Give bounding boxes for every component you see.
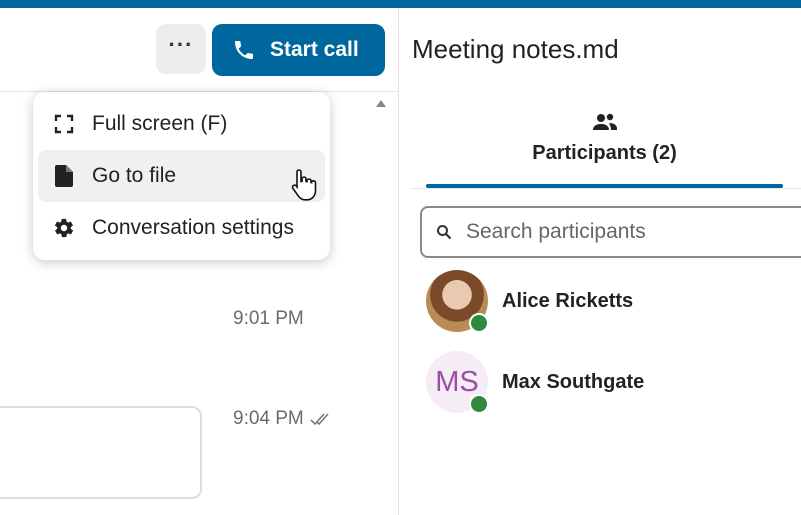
menu-item-label: Go to file <box>92 164 177 187</box>
message-timestamp: 9:04 PM <box>233 408 332 430</box>
message-bubble <box>0 406 202 499</box>
people-icon <box>592 113 617 130</box>
actions-menu: Full screen (F) Go to file Conversation … <box>33 92 330 260</box>
menu-item-label: Full screen (F) <box>92 112 228 135</box>
file-title: Meeting notes.md <box>412 34 619 64</box>
avatar-initials: MS <box>435 365 479 398</box>
online-status-icon <box>469 313 489 333</box>
gear-icon <box>52 216 76 240</box>
more-actions-button[interactable]: ··· <box>156 24 206 74</box>
start-call-button[interactable]: Start call <box>212 24 385 76</box>
top-accent-bar <box>0 0 801 8</box>
menu-item-conversation-settings[interactable]: Conversation settings <box>38 202 325 254</box>
message-timestamp: 9:01 PM <box>233 308 304 330</box>
online-status-icon <box>469 394 489 414</box>
tab-label: Participants (2) <box>532 142 677 164</box>
double-check-icon <box>310 413 329 426</box>
file-icon <box>52 164 76 188</box>
hand-cursor-icon <box>291 169 317 201</box>
timestamp-text: 9:01 PM <box>233 308 304 329</box>
menu-item-full-screen[interactable]: Full screen (F) <box>38 98 325 150</box>
participant-search[interactable] <box>420 206 801 258</box>
participant-name: Max Southgate <box>502 370 645 393</box>
menu-item-label: Conversation settings <box>92 216 294 239</box>
tab-participants[interactable]: Participants (2) <box>426 112 783 188</box>
timestamp-text: 9:04 PM <box>233 408 304 429</box>
chat-pane: ··· Start call 9:01 PM 9:04 PM <box>0 8 398 515</box>
phone-icon <box>235 41 253 59</box>
fullscreen-icon <box>52 112 76 136</box>
search-icon <box>437 225 452 240</box>
scroll-up-arrow-icon[interactable] <box>376 100 386 107</box>
avatar: MS <box>426 351 489 414</box>
more-icon: ··· <box>168 32 194 57</box>
participant-row[interactable]: MS Max Southgate <box>426 351 796 414</box>
start-call-label: Start call <box>270 38 359 61</box>
sidebar: Meeting notes.md Participants (2) Alice … <box>399 8 801 515</box>
menu-item-go-to-file[interactable]: Go to file <box>38 150 325 202</box>
avatar <box>426 270 489 333</box>
search-input[interactable] <box>466 220 766 244</box>
participant-row[interactable]: Alice Ricketts <box>426 270 796 333</box>
tab-bar-divider <box>411 188 801 189</box>
participant-name: Alice Ricketts <box>502 289 634 312</box>
chat-header: ··· Start call <box>0 8 398 92</box>
